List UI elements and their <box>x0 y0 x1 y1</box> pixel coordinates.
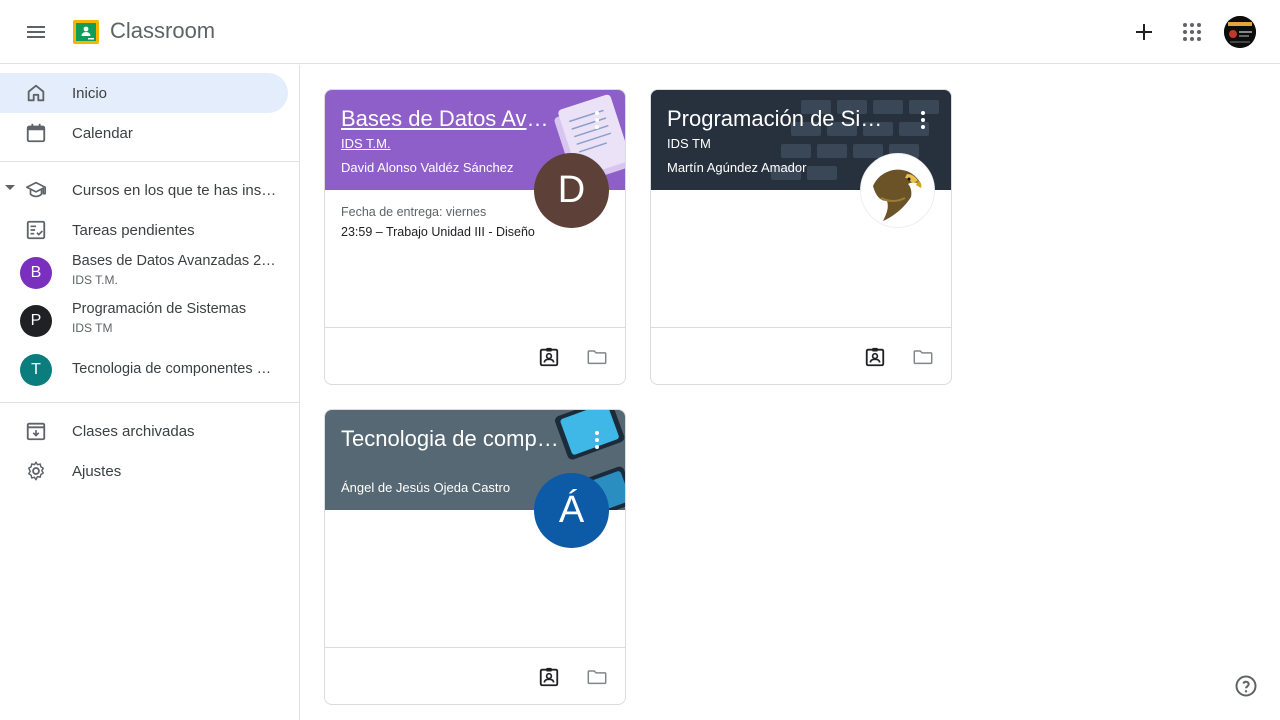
class-card-title[interactable]: Programación de Sistemas <box>667 106 885 132</box>
drive-folder-button[interactable] <box>908 342 938 372</box>
class-card-footer <box>325 327 625 384</box>
class-card-footer <box>651 327 951 384</box>
your-work-button[interactable] <box>534 662 564 692</box>
more-options-icon[interactable] <box>911 108 935 132</box>
add-class-button[interactable] <box>1120 8 1168 56</box>
plus-icon <box>1136 24 1152 40</box>
main-menu-button[interactable] <box>12 8 60 56</box>
navigation-drawer: Inicio Calendar Cursos en los que te has… <box>0 65 300 720</box>
grid-apps-icon <box>1183 23 1201 41</box>
nav-item-todo[interactable]: Tareas pendientes <box>0 210 288 250</box>
assignment-ind-icon <box>865 347 885 367</box>
classroom-logo-icon[interactable] <box>73 20 99 44</box>
class-card-footer <box>325 647 625 704</box>
expand-caret-icon[interactable] <box>5 185 15 190</box>
class-initial-avatar: P <box>20 305 52 337</box>
sidebar-divider <box>0 402 300 403</box>
account-avatar[interactable] <box>1224 16 1256 48</box>
class-initial-avatar: T <box>20 354 52 386</box>
folder-icon <box>587 670 607 685</box>
hamburger-menu-icon <box>27 26 45 38</box>
class-card-section[interactable]: IDS TM <box>667 136 711 151</box>
google-apps-button[interactable] <box>1168 8 1216 56</box>
teacher-avatar-eagle <box>860 153 935 228</box>
class-card-programacion[interactable]: Programación de Sistemas IDS TM Martín A… <box>650 89 952 385</box>
your-work-button[interactable] <box>860 342 890 372</box>
help-circle-icon <box>1235 675 1257 697</box>
nav-item-label: Tareas pendientes <box>72 221 195 239</box>
class-card-title[interactable]: Bases de Datos Avanzadas 2022 <box>341 106 559 132</box>
nav-item-inicio[interactable]: Inicio <box>0 73 288 113</box>
drive-folder-button[interactable] <box>582 342 612 372</box>
class-section: IDS TM <box>72 321 113 335</box>
nav-item-calendar[interactable]: Calendar <box>0 113 288 153</box>
more-options-icon[interactable] <box>585 428 609 452</box>
class-initial-avatar: B <box>20 257 52 289</box>
class-card-tecnologia[interactable]: Tecnologia de componentes de software Án… <box>324 409 626 705</box>
due-assignment-link[interactable]: 23:59 – Trabajo Unidad III - Diseño <box>341 225 535 239</box>
nav-item-label: Inicio <box>72 84 108 102</box>
nav-item-settings[interactable]: Ajustes <box>0 451 288 491</box>
class-name: Tecnologia de componentes de software <box>72 361 278 377</box>
class-name: Bases de Datos Avanzadas 2022 <box>72 253 278 269</box>
school-icon <box>24 178 48 202</box>
sidebar-class-programacion[interactable]: P Programación de Sistemas IDS TM <box>0 297 288 345</box>
folder-icon <box>913 350 933 365</box>
drive-folder-button[interactable] <box>582 662 612 692</box>
app-title[interactable]: Classroom <box>110 18 215 44</box>
class-card-teacher: David Alonso Valdéz Sánchez <box>341 160 514 175</box>
top-app-bar: Classroom <box>0 0 1280 64</box>
folder-icon <box>587 350 607 365</box>
nav-item-label: Calendar <box>72 124 133 142</box>
your-work-button[interactable] <box>534 342 564 372</box>
class-card-bases-de-datos[interactable]: Bases de Datos Avanzadas 2022 IDS T.M. D… <box>324 89 626 385</box>
sidebar-class-tecnologia[interactable]: T Tecnologia de componentes de software <box>0 346 288 394</box>
nav-item-archived[interactable]: Clases archivadas <box>0 411 288 451</box>
archive-icon <box>24 419 48 443</box>
nav-item-label: Ajustes <box>72 462 122 480</box>
teacher-avatar: D <box>534 153 609 228</box>
calendar-icon <box>24 121 48 145</box>
class-card-title[interactable]: Tecnologia de componentes de software <box>341 426 559 452</box>
nav-item-label: Cursos en los que te has inscrito <box>72 181 278 199</box>
class-card-teacher: Martín Agúndez Amador <box>667 160 807 175</box>
teacher-avatar: Á <box>534 473 609 548</box>
home-icon <box>24 81 48 105</box>
class-section: IDS T.M. <box>72 273 118 287</box>
assignment-ind-icon <box>539 667 559 687</box>
more-options-icon[interactable] <box>585 108 609 132</box>
help-button[interactable] <box>1232 672 1260 700</box>
sidebar-class-bases-de-datos[interactable]: B Bases de Datos Avanzadas 2022 IDS T.M. <box>0 249 288 297</box>
checklist-icon <box>24 218 48 242</box>
class-card-teacher: Ángel de Jesús Ojeda Castro <box>341 480 511 495</box>
gear-icon <box>24 459 48 483</box>
due-date-label: Fecha de entrega: viernes <box>341 205 487 219</box>
nav-item-label: Clases archivadas <box>72 422 195 440</box>
nav-item-enrolled-courses[interactable]: Cursos en los que te has inscrito <box>0 170 288 210</box>
class-name: Programación de Sistemas <box>72 301 247 317</box>
sidebar-divider <box>0 161 300 162</box>
class-card-section[interactable]: IDS T.M. <box>341 136 391 151</box>
assignment-ind-icon <box>539 347 559 367</box>
